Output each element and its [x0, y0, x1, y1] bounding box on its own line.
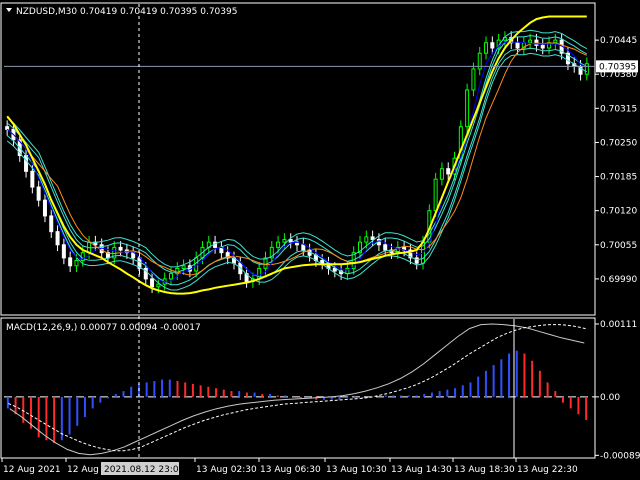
current-price-label: 0.70395 [599, 62, 636, 72]
candle-body [471, 68, 476, 91]
candle-body [74, 260, 79, 267]
macd-header: MACD(12,26,9,) 0.00077 0.00094 -0.00017 [6, 323, 201, 333]
time-tick-label: 13 Aug 06:30 [260, 465, 321, 475]
candle-body [383, 244, 388, 251]
macd-tick-label: 0.00111 [600, 320, 637, 330]
macd-tick-label: 0.00 [600, 393, 620, 403]
candle-body [433, 178, 438, 212]
candle-body [5, 126, 10, 130]
candle-body [553, 39, 558, 44]
candle-body [118, 246, 123, 251]
candle-body [320, 260, 325, 264]
candle-body [156, 283, 161, 288]
candle-body [490, 42, 495, 49]
candle-body [276, 241, 281, 248]
macd-plot [4, 323, 595, 456]
time-tick-label: 12 Aug 2021 [3, 465, 61, 475]
candle-body [24, 155, 29, 172]
candle-body [584, 63, 589, 75]
candle-body [515, 42, 520, 49]
candle-body [370, 236, 375, 241]
candle-body [528, 39, 533, 44]
time-tick-label: 13 Aug 14:30 [391, 465, 452, 475]
macd-main-line [9, 323, 585, 456]
macd-tick-label: -0.00089 [600, 451, 640, 461]
time-tick-label: 13 Aug 18:30 [454, 465, 515, 475]
candle-body [465, 89, 470, 128]
time-tick-label: 13 Aug 10:30 [326, 465, 387, 475]
macd-signal-line [8, 324, 586, 452]
price-tick-label: 0.70185 [600, 173, 637, 183]
crosshair-time-label: 2021.08.12 23:00 [104, 465, 185, 475]
candle-body [364, 236, 369, 243]
price-tick-label: 0.70055 [600, 241, 637, 251]
candle-body [301, 244, 306, 251]
candle-body [168, 273, 173, 280]
trading-chart[interactable]: NZDUSD,M30 0.70419 0.70419 0.70395 0.703… [0, 0, 640, 480]
candle-body [288, 239, 293, 243]
dropdown-icon[interactable] [6, 8, 12, 12]
macd-axis: 0.00111 0.00 -0.00089 [595, 320, 640, 461]
price-tick-label: 0.70445 [600, 36, 637, 46]
time-axis: 12 Aug 2021 12 Aug 13 Aug 02:30 13 Aug 06:3… [1, 458, 578, 475]
candle-body [55, 231, 60, 246]
price-axis: 0.704450.703800.703150.702500.701850.701… [595, 36, 638, 285]
candle-body [439, 168, 444, 180]
candle-body [484, 42, 489, 54]
price-plot [4, 15, 595, 295]
candle-body [49, 215, 54, 233]
candle-body [150, 278, 155, 288]
candle-body [414, 257, 419, 264]
macd-panel-frame [0, 317, 596, 459]
band-upper-outer [6, 29, 588, 268]
candle-body [30, 170, 35, 188]
price-tick-label: 0.70315 [600, 104, 637, 114]
candle-body [446, 168, 451, 175]
time-tick-label: 13 Aug 22:30 [517, 465, 578, 475]
candle-body [42, 199, 47, 217]
candle-body [68, 257, 73, 267]
price-tick-label: 0.70250 [600, 138, 637, 148]
time-tick-label: 13 Aug 02:30 [196, 465, 257, 475]
candle-body [61, 244, 66, 259]
time-tick-label: 12 Aug [67, 465, 99, 475]
candle-body [181, 265, 186, 269]
candle-body [282, 239, 287, 243]
price-tick-label: 0.70120 [600, 207, 637, 217]
candle-body [36, 186, 41, 201]
price-tick-label: 0.69990 [600, 275, 637, 285]
main-panel-frame [0, 2, 596, 316]
candle-body [540, 44, 545, 49]
symbol-header: NZDUSD,M30 0.70419 0.70419 0.70395 0.703… [16, 7, 237, 17]
